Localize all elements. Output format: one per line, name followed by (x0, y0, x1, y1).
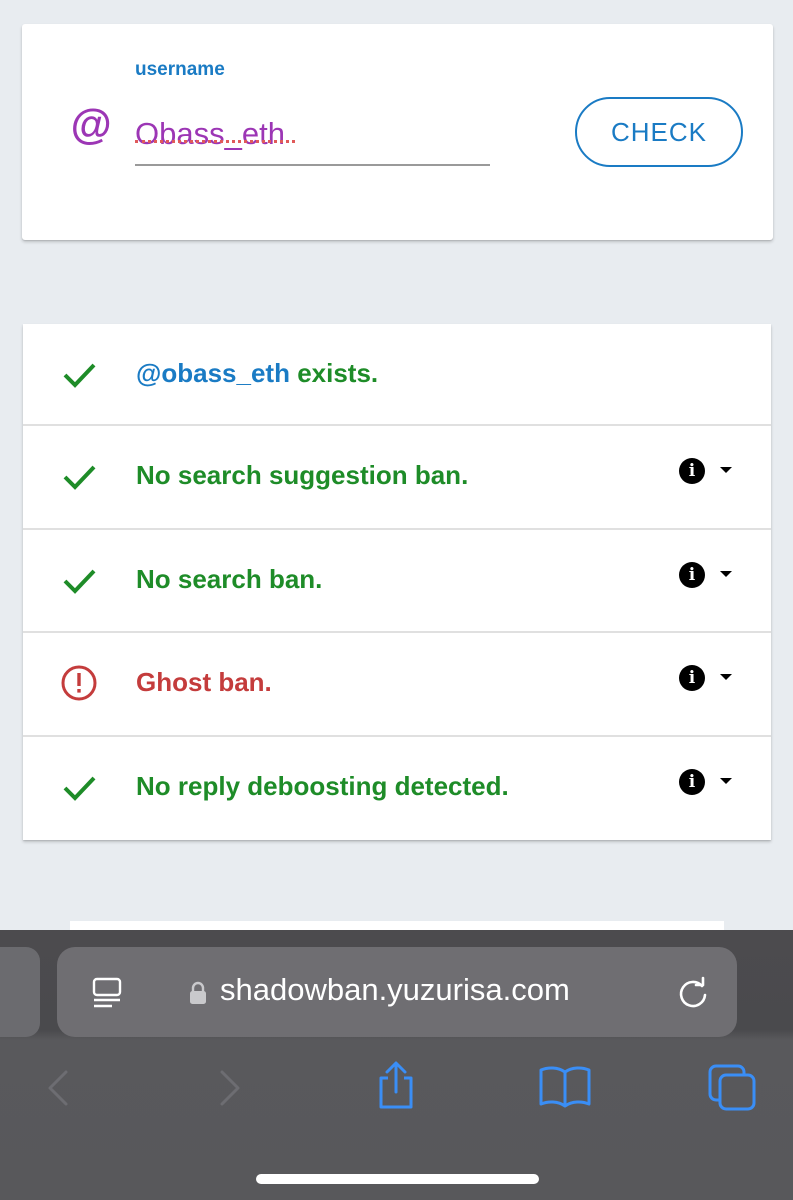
lock-icon (190, 981, 206, 1004)
result-text: No search ban. (136, 564, 323, 594)
info-toggle[interactable]: i (679, 562, 739, 592)
caret-down-icon[interactable] (720, 571, 732, 577)
at-sign-icon: @ (70, 101, 111, 148)
result-text: Ghost ban. (136, 667, 272, 697)
info-toggle[interactable]: i (679, 458, 739, 488)
previous-tab-preview[interactable] (0, 947, 40, 1037)
username-search-card: @ username CHECK (22, 24, 773, 240)
result-text: No search suggestion ban. (136, 460, 469, 490)
check-icon (63, 363, 96, 388)
info-icon[interactable]: i (679, 562, 705, 588)
username-label: username (135, 59, 225, 80)
result-row-search-ban[interactable]: No search ban. i (23, 530, 771, 633)
forward-icon[interactable] (216, 1068, 244, 1108)
check-icon (63, 776, 96, 801)
caret-down-icon[interactable] (720, 467, 732, 473)
caret-down-icon[interactable] (720, 674, 732, 680)
bookmarks-icon[interactable] (538, 1064, 592, 1108)
exclamation-circle-icon (61, 665, 97, 701)
info-toggle[interactable]: i (679, 665, 739, 695)
check-button[interactable]: CHECK (575, 97, 743, 167)
result-row-ghost-ban[interactable]: Ghost ban. i (23, 633, 771, 737)
info-toggle[interactable]: i (679, 769, 739, 799)
result-row-search-suggestion-ban[interactable]: No search suggestion ban. i (23, 426, 771, 530)
info-icon[interactable]: i (679, 665, 705, 691)
reload-icon[interactable] (675, 975, 711, 1011)
back-icon[interactable] (44, 1068, 72, 1108)
url-text[interactable]: shadowban.yuzurisa.com (220, 972, 570, 1008)
page-menu-icon[interactable] (90, 976, 124, 1010)
results-card: @obass_eth exists. No search suggestion … (23, 324, 771, 840)
result-text: @obass_eth exists. (136, 358, 379, 388)
share-icon[interactable] (374, 1060, 418, 1110)
check-icon (63, 465, 96, 490)
info-icon[interactable]: i (679, 458, 705, 484)
info-icon[interactable]: i (679, 769, 705, 795)
home-indicator (256, 1174, 539, 1184)
result-row-reply-deboosting[interactable]: No reply deboosting detected. i (23, 737, 771, 840)
spellcheck-underline (135, 140, 295, 143)
address-bar[interactable]: shadowban.yuzurisa.com (57, 947, 737, 1037)
tabs-icon[interactable] (706, 1062, 758, 1112)
caret-down-icon[interactable] (720, 778, 732, 784)
check-icon (63, 569, 96, 594)
result-row-exists: @obass_eth exists. (23, 324, 771, 426)
username-handle[interactable]: @obass_eth (136, 358, 290, 388)
result-text: No reply deboosting detected. (136, 771, 509, 801)
username-input[interactable] (135, 104, 490, 166)
